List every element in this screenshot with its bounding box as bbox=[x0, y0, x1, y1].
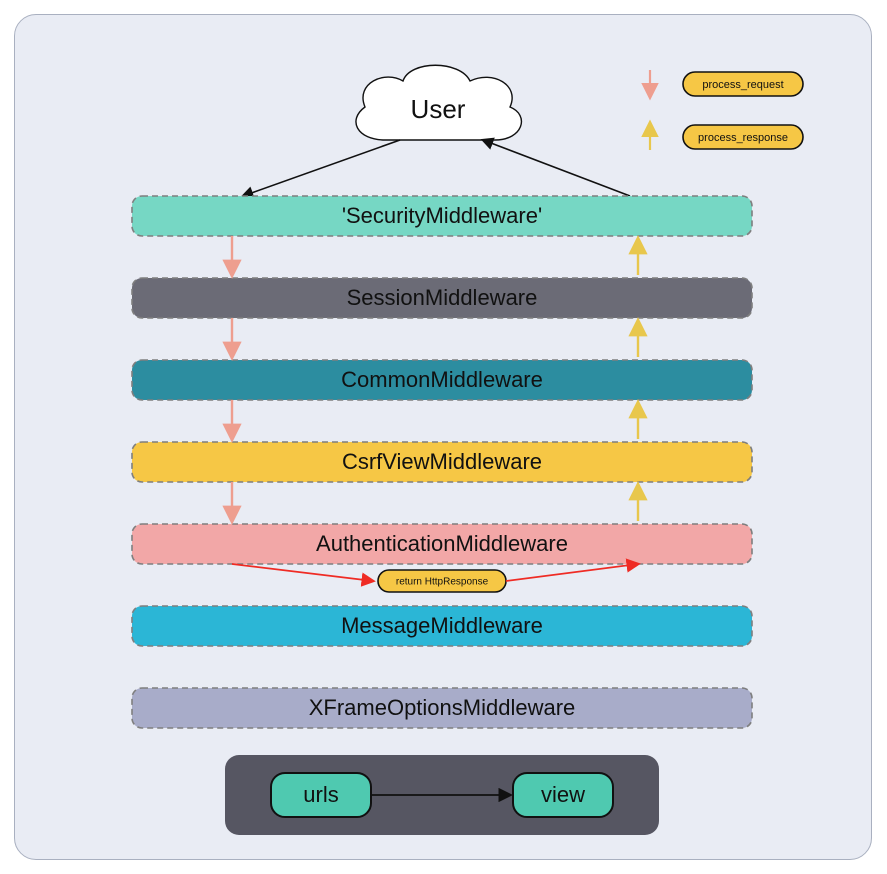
middleware-diagram: process_request process_response User 'S… bbox=[15, 15, 873, 861]
middleware-common: CommonMiddleware bbox=[132, 360, 752, 400]
auth-to-return-arrow bbox=[232, 564, 373, 581]
middleware-xframe: XFrameOptionsMiddleware bbox=[132, 688, 752, 728]
legend-request-label: process_request bbox=[702, 79, 783, 91]
user-to-security-arrow bbox=[243, 140, 400, 196]
urls-label: urls bbox=[303, 782, 338, 807]
middleware-label: CsrfViewMiddleware bbox=[342, 449, 542, 474]
return-httpresponse: return HttpResponse bbox=[378, 570, 506, 592]
middleware-stack: 'SecurityMiddleware' SessionMiddleware C… bbox=[132, 196, 752, 728]
middleware-auth: AuthenticationMiddleware bbox=[132, 524, 752, 564]
middleware-label: AuthenticationMiddleware bbox=[316, 531, 568, 556]
middleware-session: SessionMiddleware bbox=[132, 278, 752, 318]
diagram-canvas: process_request process_response User 'S… bbox=[14, 14, 872, 860]
routing-box: urls view bbox=[225, 755, 659, 835]
legend: process_request process_response bbox=[650, 70, 803, 150]
middleware-label: XFrameOptionsMiddleware bbox=[309, 695, 576, 720]
middleware-label: 'SecurityMiddleware' bbox=[342, 203, 542, 228]
middleware-csrf: CsrfViewMiddleware bbox=[132, 442, 752, 482]
view-label: view bbox=[541, 782, 585, 807]
return-label: return HttpResponse bbox=[396, 577, 489, 588]
middleware-label: SessionMiddleware bbox=[347, 285, 538, 310]
user-label: User bbox=[411, 94, 466, 124]
middleware-label: CommonMiddleware bbox=[341, 367, 543, 392]
middleware-message: MessageMiddleware bbox=[132, 606, 752, 646]
user-cloud: User bbox=[356, 65, 521, 140]
return-to-response-arrow bbox=[506, 564, 638, 581]
legend-response-label: process_response bbox=[698, 132, 788, 144]
middleware-label: MessageMiddleware bbox=[341, 613, 543, 638]
security-to-user-arrow bbox=[483, 140, 630, 196]
middleware-security: 'SecurityMiddleware' bbox=[132, 196, 752, 236]
